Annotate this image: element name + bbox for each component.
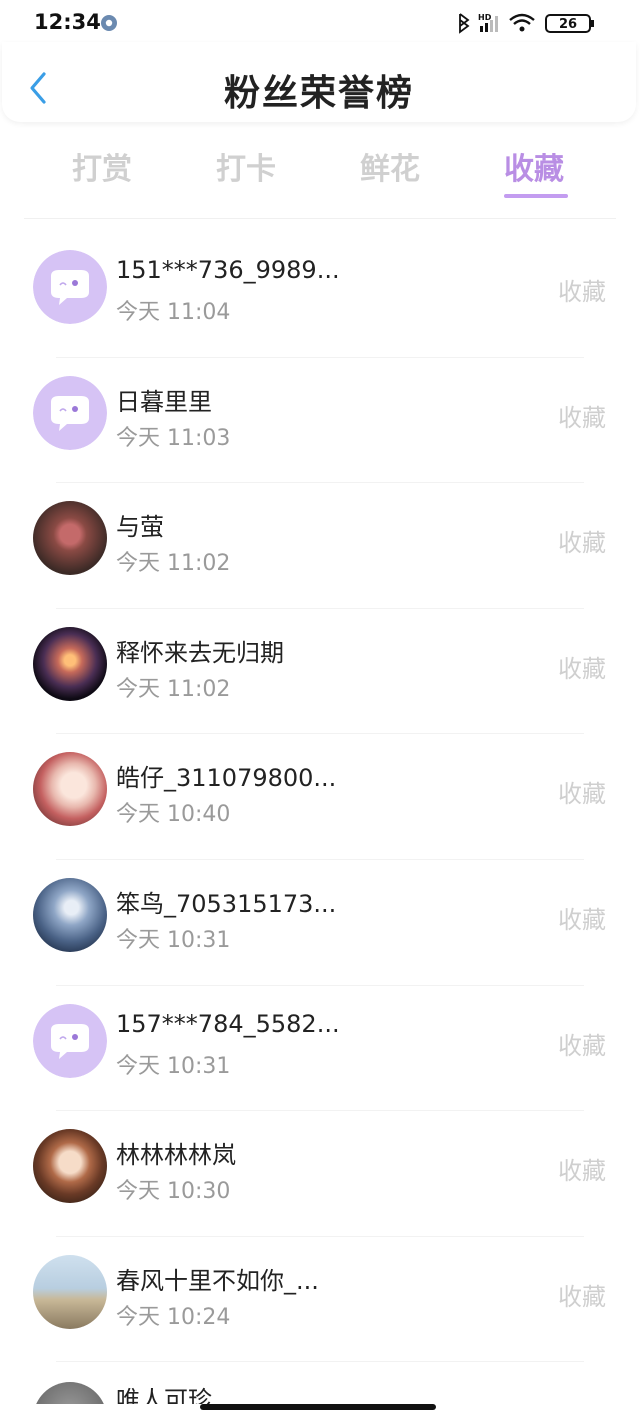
- fan-time: 今天 10:30: [116, 1179, 231, 1205]
- action-label: 收藏: [558, 1031, 606, 1060]
- list-item[interactable]: 皓仔_311079800... 今天 10:40 收藏: [0, 734, 640, 860]
- fan-name: 释怀来去无归期: [116, 638, 284, 667]
- signal-icon: HD: [478, 13, 498, 32]
- chat-bubble-icon: [33, 250, 107, 324]
- status-icons: HD 26: [459, 13, 594, 34]
- fan-name: 157***784_5582...: [116, 1009, 340, 1038]
- fan-name: 春风十里不如你_...: [116, 1266, 319, 1295]
- settings-gear-icon: [101, 15, 117, 31]
- photo-avatar: [33, 1129, 107, 1204]
- divider: [24, 218, 616, 219]
- fan-time: 今天 11:03: [116, 425, 231, 451]
- action-label: 收藏: [558, 780, 606, 809]
- fan-name: 皓仔_311079800...: [116, 764, 337, 793]
- action-label: 收藏: [558, 905, 606, 934]
- list-item[interactable]: 151***736_9989... 今天 11:04 收藏: [0, 232, 640, 358]
- action-label: 收藏: [558, 529, 606, 558]
- fan-time: 今天 10:31: [116, 927, 231, 953]
- fan-time: 今天 10:31: [116, 1053, 231, 1079]
- list-item[interactable]: 与萤 今天 11:02 收藏: [0, 483, 640, 609]
- photo-avatar: [33, 1254, 107, 1329]
- active-tab-indicator: [504, 194, 568, 198]
- list-item-partial[interactable]: 唯人可珍: [0, 1364, 640, 1404]
- list-item[interactable]: 日暮里里 今天 11:03 收藏: [0, 358, 640, 484]
- photo-avatar: [33, 752, 107, 827]
- tab-bar: 打赏 打卡 鲜花 收藏: [32, 138, 608, 218]
- photo-avatar: [33, 501, 107, 576]
- fan-name: 笨鸟_705315173...: [116, 889, 337, 918]
- fan-name: 日暮里里: [116, 387, 212, 416]
- list-item[interactable]: 林林林林岚 今天 10:30 收藏: [0, 1111, 640, 1237]
- tab-checkin[interactable]: 打卡: [216, 144, 276, 188]
- fan-name: 唯人可珍: [116, 1386, 212, 1404]
- photo-avatar: [33, 1382, 107, 1404]
- page-title: 粉丝荣誉榜: [223, 73, 414, 114]
- tab-tips[interactable]: 打赏: [72, 144, 132, 188]
- default-chat-avatar: [33, 1003, 107, 1078]
- chat-bubble-icon: [33, 375, 107, 450]
- fan-time: 今天 10:24: [116, 1304, 231, 1330]
- fan-name: 151***736_9989...: [116, 256, 340, 284]
- battery-level: 26: [559, 17, 577, 32]
- fan-time: 今天 11:02: [116, 551, 231, 577]
- fan-time: 今天 11:02: [116, 676, 231, 702]
- fan-name: 与萤: [116, 513, 164, 542]
- fan-name: 林林林林岚: [116, 1141, 236, 1170]
- action-label: 收藏: [558, 278, 606, 306]
- action-label: 收藏: [558, 403, 606, 432]
- tab-favorites[interactable]: 收藏: [504, 144, 564, 188]
- header: 粉丝荣誉榜: [2, 42, 636, 122]
- home-indicator[interactable]: [200, 1404, 436, 1410]
- hd-label: HD: [478, 13, 492, 22]
- action-label: 收藏: [558, 1282, 606, 1311]
- battery-icon: 26: [545, 14, 594, 33]
- action-label: 收藏: [558, 654, 606, 683]
- status-time: 12:34: [34, 10, 101, 34]
- list-item[interactable]: 释怀来去无归期 今天 11:02 收藏: [0, 609, 640, 735]
- fan-time: 今天 11:04: [116, 300, 231, 325]
- photo-avatar: [33, 877, 107, 952]
- row-divider: [56, 1361, 584, 1363]
- fan-time: 今天 10:40: [116, 802, 231, 828]
- tab-flowers[interactable]: 鲜花: [360, 144, 420, 188]
- fan-list: 151***736_9989... 今天 11:04 收藏 日暮里里 今天 11…: [0, 232, 640, 1363]
- default-chat-avatar: [33, 375, 107, 450]
- wifi-icon: [509, 13, 535, 32]
- list-item[interactable]: 笨鸟_705315173... 今天 10:31 收藏: [0, 860, 640, 986]
- status-bar: 12:34 HD 26: [0, 0, 640, 44]
- list-item[interactable]: 157***784_5582... 今天 10:31 收藏: [0, 986, 640, 1112]
- photo-avatar: [33, 626, 107, 701]
- bluetooth-icon: [459, 13, 470, 34]
- default-chat-avatar: [33, 250, 107, 324]
- action-label: 收藏: [558, 1157, 606, 1186]
- list-item[interactable]: 春风十里不如你_... 今天 10:24 收藏: [0, 1237, 640, 1363]
- chat-bubble-icon: [33, 1003, 107, 1078]
